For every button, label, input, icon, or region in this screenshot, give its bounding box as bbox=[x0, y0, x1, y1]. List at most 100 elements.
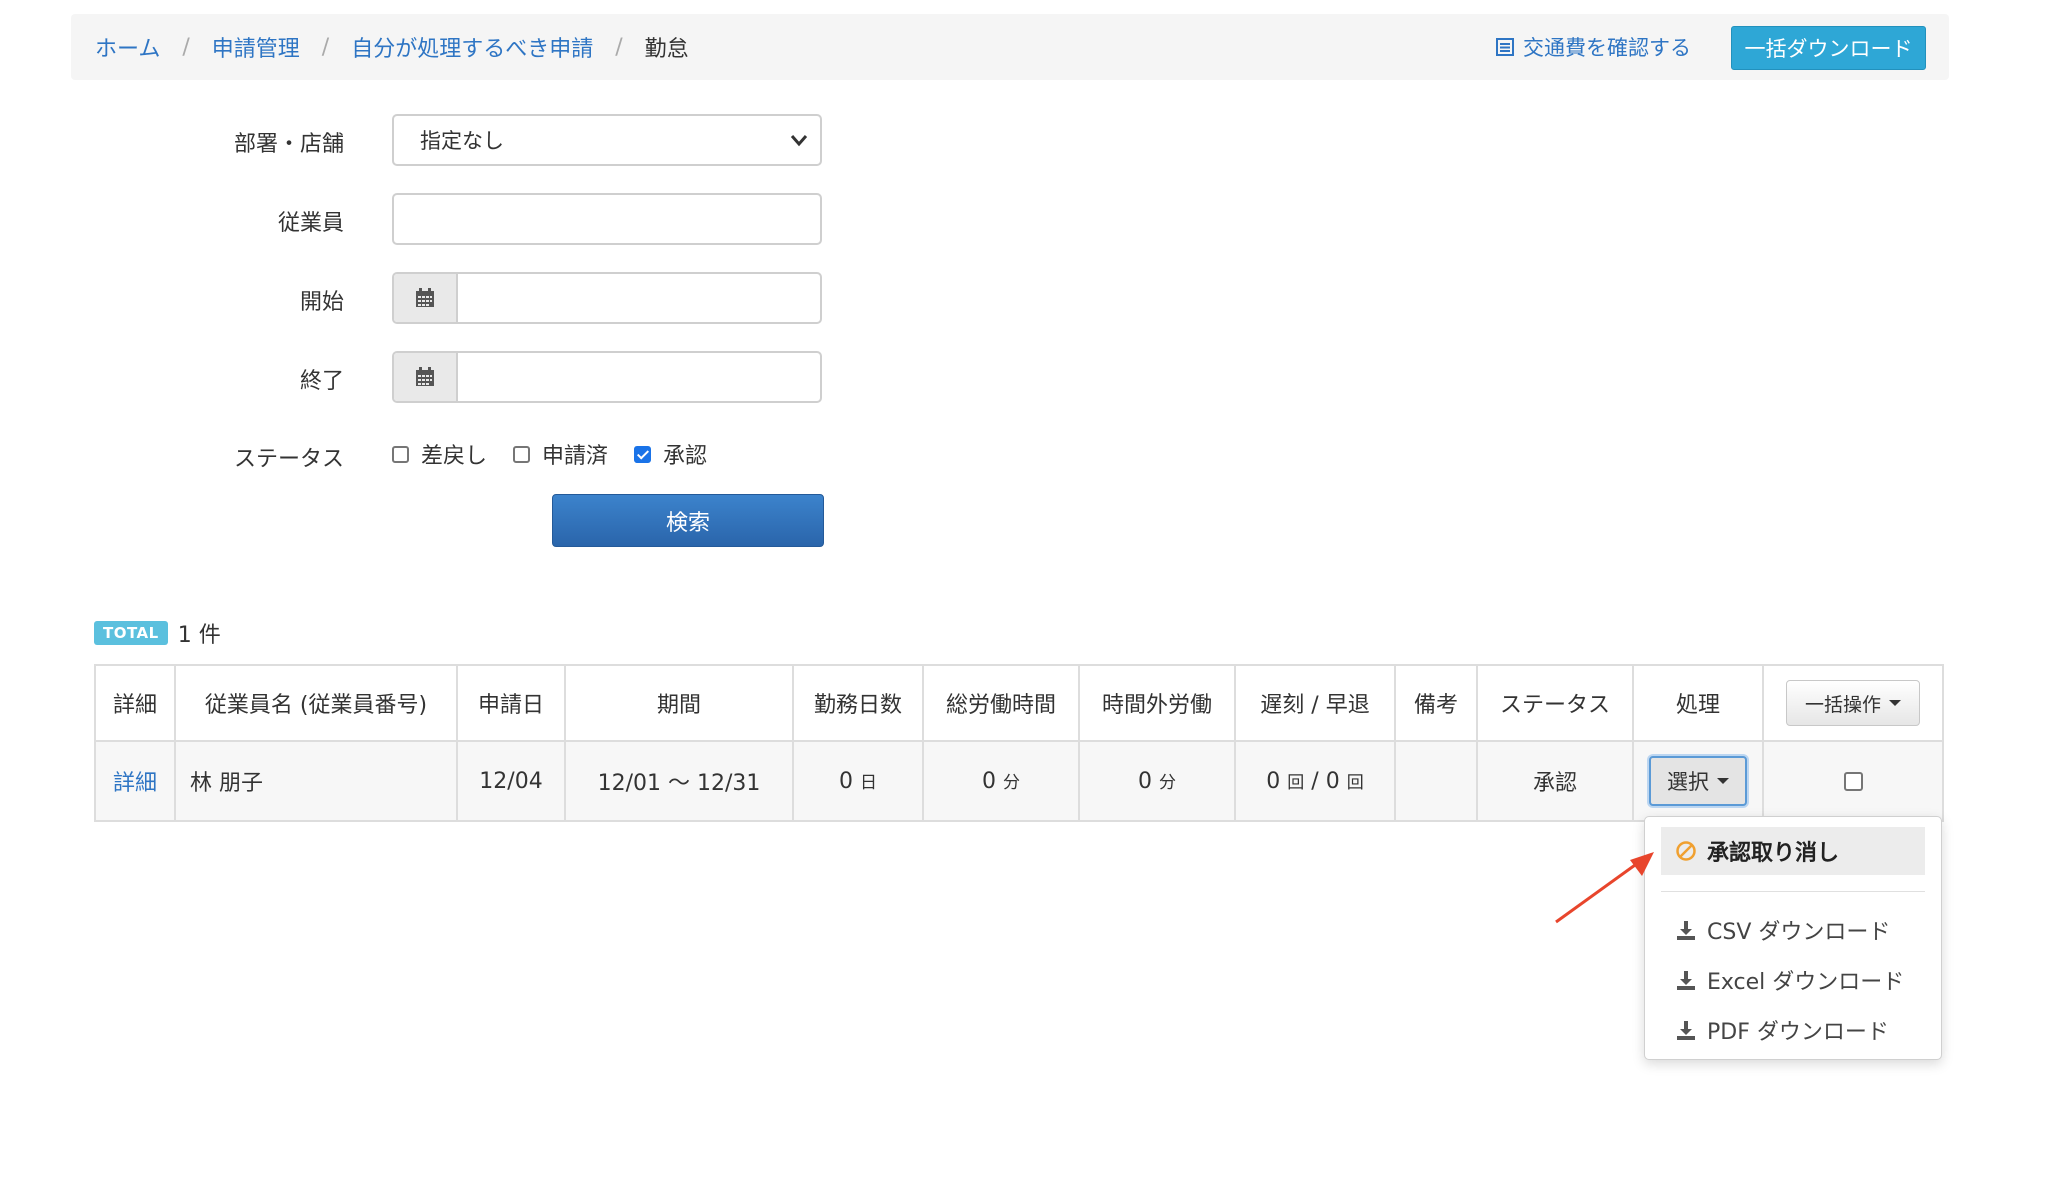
bulk-download-button[interactable]: 一括ダウンロード bbox=[1731, 26, 1926, 70]
total-hours-unit: 分 bbox=[1003, 773, 1020, 793]
menu-item-excel-download[interactable]: Excel ダウンロード bbox=[1661, 957, 1925, 1003]
employee-name-cell: 林 朋子 bbox=[174, 740, 458, 822]
breadcrumb-current: 勤怠 bbox=[644, 37, 689, 62]
status-returned-checkbox[interactable] bbox=[392, 445, 409, 463]
total-badge: TOTAL bbox=[94, 621, 168, 645]
download-icon bbox=[1677, 921, 1695, 940]
status-option-returned[interactable]: 差戻し bbox=[392, 438, 487, 470]
overtime-unit: 分 bbox=[1159, 773, 1176, 793]
remarks-cell bbox=[1394, 740, 1478, 822]
breadcrumb-separator: / bbox=[615, 34, 623, 60]
row-select-checkbox[interactable] bbox=[1843, 772, 1863, 791]
action-dropdown-menu: 承認取り消し CSV ダウンロード Excel ダウンロード PDF ダウンロー… bbox=[1644, 816, 1942, 1060]
col-applied-date: 申請日 bbox=[456, 664, 566, 742]
employee-input[interactable] bbox=[392, 193, 822, 245]
chevron-down-icon bbox=[790, 135, 808, 147]
row-select-cell bbox=[1762, 740, 1944, 822]
total-hours-cell: 0 分 bbox=[922, 740, 1080, 822]
table-header-row: 詳細 従業員名 (従業員番号) 申請日 期間 勤務日数 総労働時間 時間外労働 … bbox=[94, 664, 1944, 742]
menu-item-csv-download[interactable]: CSV ダウンロード bbox=[1661, 907, 1925, 953]
status-option-label: 承認 bbox=[663, 444, 708, 469]
employee-label: 従業員 bbox=[277, 211, 344, 236]
status-applied-checkbox[interactable] bbox=[513, 445, 531, 463]
applied-date-cell: 12/04 bbox=[456, 740, 566, 822]
col-late-early: 遅刻 / 早退 bbox=[1234, 664, 1396, 742]
early-value: 0 bbox=[1325, 769, 1340, 794]
department-label: 部署・店舗 bbox=[233, 132, 344, 157]
end-date-addon[interactable] bbox=[394, 353, 458, 401]
status-option-label: 差戻し bbox=[421, 444, 488, 469]
menu-item-label: CSV ダウンロード bbox=[1707, 920, 1891, 945]
start-date-field[interactable] bbox=[392, 272, 822, 324]
commute-expense-link-label: 交通費を確認する bbox=[1523, 36, 1691, 60]
status-approved-checkbox[interactable] bbox=[634, 445, 652, 463]
bulk-operation-button[interactable]: 一括操作 bbox=[1785, 680, 1920, 726]
download-icon bbox=[1677, 971, 1695, 990]
download-icon bbox=[1677, 1021, 1695, 1040]
start-date-input[interactable] bbox=[460, 278, 814, 320]
commute-expense-link[interactable]: 交通費を確認する bbox=[1495, 14, 1691, 80]
calendar-icon bbox=[416, 367, 434, 386]
work-days-cell: 0 日 bbox=[792, 740, 924, 822]
breadcrumb-separator: / bbox=[182, 34, 190, 60]
status-option-label: 申請済 bbox=[542, 444, 609, 469]
late-unit: 回 bbox=[1287, 773, 1305, 793]
status-cell: 承認 bbox=[1476, 740, 1634, 822]
ban-icon bbox=[1676, 841, 1696, 861]
late-value: 0 bbox=[1266, 769, 1281, 794]
status-option-approved[interactable]: 承認 bbox=[634, 438, 707, 470]
menu-item-label: 承認取り消し bbox=[1707, 841, 1840, 866]
menu-item-label: PDF ダウンロード bbox=[1707, 1020, 1889, 1045]
breadcrumb-separator: / bbox=[321, 34, 330, 60]
total-count: 1 件 bbox=[177, 623, 221, 648]
start-date-addon[interactable] bbox=[394, 274, 458, 322]
detail-link[interactable]: 詳細 bbox=[113, 771, 157, 796]
menu-item-pdf-download[interactable]: PDF ダウンロード bbox=[1661, 1007, 1925, 1053]
overtime-cell: 0 分 bbox=[1078, 740, 1236, 822]
detail-cell: 詳細 bbox=[94, 740, 176, 822]
early-unit: 回 bbox=[1346, 773, 1364, 793]
menu-item-label: Excel ダウンロード bbox=[1707, 970, 1905, 995]
work-days-value: 0 bbox=[839, 769, 853, 794]
col-detail: 詳細 bbox=[94, 664, 176, 742]
col-remarks: 備考 bbox=[1394, 664, 1478, 742]
action-cell: 選択 bbox=[1632, 740, 1764, 822]
period-cell: 12/01 〜 12/31 bbox=[564, 740, 794, 822]
late-early-cell: 0 回 / 0 回 bbox=[1234, 740, 1396, 822]
annotation-arrow-icon bbox=[1555, 852, 1654, 924]
col-work-days: 勤務日数 bbox=[792, 664, 924, 742]
breadcrumb: ホーム / 申請管理 / 自分が処理するべき申請 / 勤怠 bbox=[95, 14, 689, 80]
breadcrumb-bar: ホーム / 申請管理 / 自分が処理するべき申請 / 勤怠 交通費を確認する 一… bbox=[71, 14, 1949, 80]
menu-item-cancel-approval[interactable]: 承認取り消し bbox=[1661, 827, 1925, 875]
action-select-label: 選択 bbox=[1667, 770, 1709, 794]
status-label: ステータス bbox=[233, 447, 344, 472]
col-bulk: 一括操作 bbox=[1762, 664, 1944, 742]
overtime-value: 0 bbox=[1138, 769, 1152, 794]
breadcrumb-home[interactable]: ホーム bbox=[95, 31, 160, 63]
start-date-label: 開始 bbox=[299, 290, 344, 315]
col-total-hours: 総労働時間 bbox=[922, 664, 1080, 742]
work-days-unit: 日 bbox=[860, 773, 877, 793]
col-period: 期間 bbox=[564, 664, 794, 742]
calendar-icon bbox=[416, 288, 434, 307]
search-button[interactable]: 検索 bbox=[552, 494, 824, 547]
col-overtime: 時間外労働 bbox=[1078, 664, 1236, 742]
department-select-value: 指定なし bbox=[420, 129, 504, 153]
end-date-input[interactable] bbox=[460, 357, 814, 399]
department-select[interactable]: 指定なし bbox=[392, 114, 822, 166]
total-hours-value: 0 bbox=[982, 769, 996, 794]
status-option-applied[interactable]: 申請済 bbox=[513, 438, 608, 470]
col-status: ステータス bbox=[1476, 664, 1634, 742]
breadcrumb-application-management[interactable]: 申請管理 bbox=[212, 31, 300, 63]
end-date-field[interactable] bbox=[392, 351, 822, 403]
table-row: 詳細 林 朋子 12/04 12/01 〜 12/31 0 日 0 分 0 分 … bbox=[94, 740, 1944, 822]
breadcrumb-my-pending-applications[interactable]: 自分が処理するべき申請 bbox=[351, 31, 593, 63]
total-summary: TOTAL 1 件 bbox=[94, 617, 221, 649]
action-select-button[interactable]: 選択 bbox=[1649, 756, 1747, 806]
results-table: 詳細 従業員名 (従業員番号) 申請日 期間 勤務日数 総労働時間 時間外労働 … bbox=[94, 664, 1944, 822]
caret-down-icon bbox=[1889, 700, 1901, 706]
col-employee-name: 従業員名 (従業員番号) bbox=[174, 664, 458, 742]
col-action: 処理 bbox=[1632, 664, 1764, 742]
menu-divider bbox=[1661, 891, 1925, 892]
status-filter: 差戻し 申請済 承認 bbox=[392, 438, 733, 470]
